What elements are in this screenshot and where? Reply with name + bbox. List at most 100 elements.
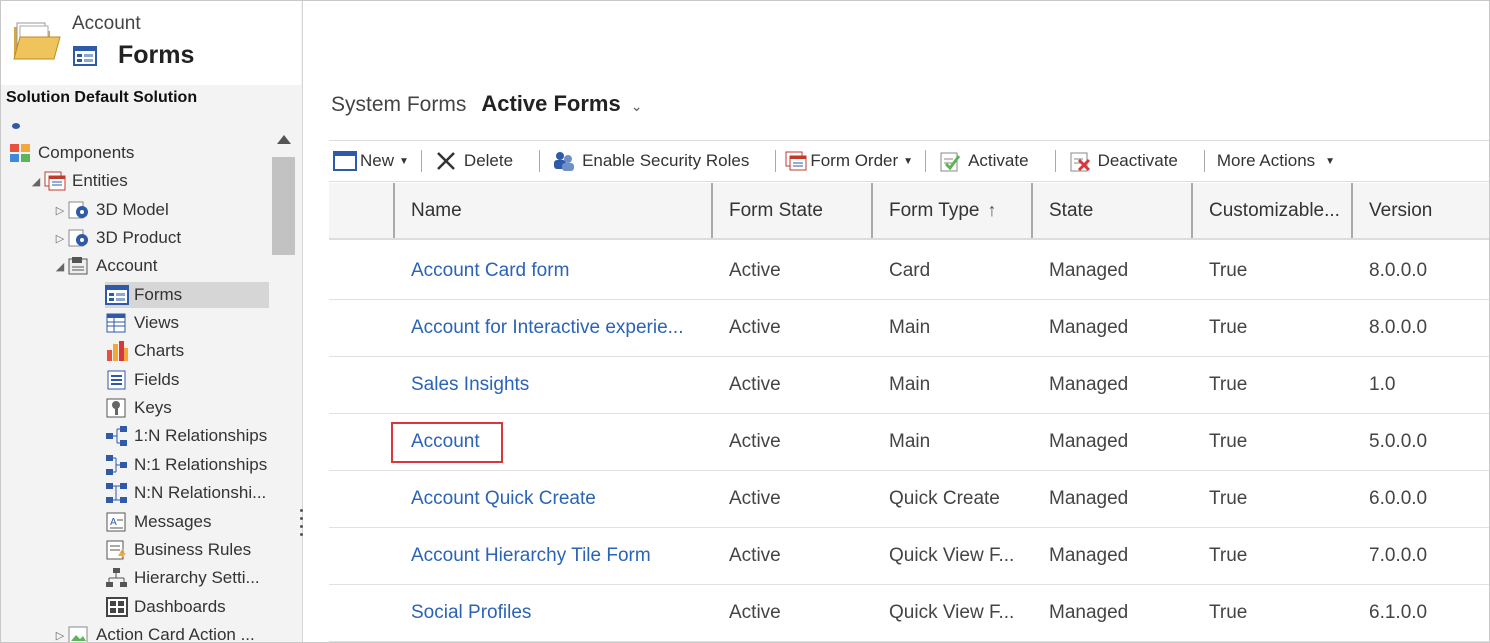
view-selector[interactable]: System Forms Active Forms ⌄ — [331, 91, 642, 117]
activate-button[interactable]: Activate — [934, 141, 1032, 181]
column-header-state[interactable]: State — [1031, 183, 1191, 238]
tree-node-label: 3D Product — [96, 228, 182, 247]
tree-node-hierarchy-settings[interactable]: Hierarchy Setti... — [105, 565, 260, 591]
folder-icon — [12, 19, 62, 61]
form-name-link[interactable]: Sales Insights — [411, 357, 711, 413]
expand-arrow-icon[interactable]: ▷ — [53, 204, 67, 217]
column-header-customizable[interactable]: Customizable... — [1191, 183, 1351, 238]
column-label: State — [1049, 199, 1094, 221]
sort-ascending-icon: ↑ — [987, 200, 997, 220]
entity-label: Account — [72, 13, 141, 34]
toolbar-separator — [1054, 150, 1056, 172]
expand-arrow-icon[interactable]: ▷ — [53, 232, 67, 245]
form-order-icon — [784, 150, 808, 172]
form-state-cell: Active — [729, 431, 781, 452]
tree-node-1n-relationships[interactable]: 1:N Relationships — [105, 423, 267, 449]
collapse-arrow-icon[interactable]: ◢ — [53, 260, 67, 273]
delete-button[interactable]: Delete — [430, 141, 517, 181]
tree-node-keys[interactable]: Keys — [105, 395, 172, 421]
pane-header: Account Forms — [1, 1, 301, 85]
version-cell: 5.0.0.0 — [1369, 431, 1428, 452]
tree-node-label: Account — [96, 256, 158, 275]
business-rules-icon — [105, 539, 129, 561]
column-header-name[interactable]: Name — [393, 183, 711, 238]
table-row[interactable]: Account Card form Active Card Managed True 8.… — [329, 243, 1489, 300]
more-actions-button[interactable]: More Actions ▼ — [1213, 141, 1339, 181]
svg-text:A: A — [110, 517, 117, 528]
column-label: Version — [1369, 199, 1433, 221]
table-row[interactable]: Account Quick Create Active Quick Create Ma… — [329, 471, 1489, 528]
tree-node-views[interactable]: Views — [105, 310, 179, 336]
customizable-cell: True — [1209, 317, 1248, 338]
form-name-link[interactable]: Account Quick Create — [411, 471, 711, 527]
collapse-arrow-icon[interactable]: ◢ — [29, 175, 43, 188]
tree-node-fields[interactable]: Fields — [105, 367, 179, 393]
state-cell: Managed — [1049, 488, 1129, 509]
table-row[interactable]: Account for Interactive experie... Active… — [329, 300, 1489, 357]
window-frame: Account Forms Solution Default Solution … — [0, 0, 1490, 643]
column-header-version[interactable]: Version — [1351, 183, 1489, 238]
state-cell: Managed — [1049, 260, 1129, 281]
tree-node-label: Entities — [72, 171, 128, 190]
tree-node-nn-relationships[interactable]: N:N Relationshi... — [105, 480, 266, 506]
tree-node-label: Dashboards — [134, 597, 226, 616]
form-name-link[interactable]: Account Card form — [411, 243, 711, 299]
form-type-cell: Main — [889, 317, 931, 338]
table-row[interactable]: Social Profiles Active Quick View F... Mana… — [329, 585, 1489, 642]
tree-node-label: 3D Model — [96, 200, 169, 219]
table-row[interactable]: Account Active Main Managed True 5.0.0.0 — [329, 414, 1489, 471]
tree-node-label: Messages — [134, 512, 212, 531]
form-name-link[interactable]: Social Profiles — [411, 585, 711, 641]
form-type-cell: Card — [889, 260, 931, 281]
account-entity-icon — [67, 255, 91, 277]
dropdown-arrow-icon: ▼ — [903, 155, 914, 167]
tree-node-3d-model[interactable]: ▷ 3D Model — [53, 197, 169, 223]
chevron-down-icon[interactable]: ⌄ — [631, 98, 643, 115]
highlight-box — [391, 422, 503, 463]
enable-security-roles-button[interactable]: Enable Security Roles — [548, 141, 753, 181]
table-row[interactable]: Account Hierarchy Tile Form Active Quick V… — [329, 528, 1489, 585]
relationship-icon — [105, 482, 129, 504]
tree-node-messages[interactable]: A Messages — [105, 509, 211, 535]
command-bar: New ▼ Delete Enable Security Roles Form … — [329, 140, 1489, 182]
forms-icon — [73, 45, 97, 67]
tree-node-3d-product[interactable]: ▷ 3D Product — [53, 225, 181, 251]
form-state-cell: Active — [729, 260, 781, 281]
tree-node-action-card-action[interactable]: ▷ Action Card Action ... — [53, 622, 255, 642]
deactivate-icon — [1068, 150, 1092, 172]
new-button[interactable]: New ▼ — [329, 141, 413, 181]
view-name[interactable]: Active Forms — [481, 91, 620, 117]
form-state-cell: Active — [729, 545, 781, 566]
column-header-form-type[interactable]: Form Type ↑ — [871, 183, 1031, 238]
page-title: Forms — [118, 41, 195, 69]
scroll-up-arrow-icon[interactable] — [277, 135, 291, 144]
entity-gear-icon — [67, 199, 91, 221]
state-cell: Managed — [1049, 374, 1129, 395]
column-label: Customizable... — [1209, 199, 1340, 221]
table-row[interactable]: Sales Insights Active Main Managed True 1.0 — [329, 357, 1489, 414]
form-state-cell: Active — [729, 488, 781, 509]
tree-node-business-rules[interactable]: Business Rules — [105, 537, 251, 563]
form-name-link[interactable]: Account for Interactive experie... — [411, 300, 711, 356]
tree-node-n1-relationships[interactable]: N:1 Relationships — [105, 452, 267, 478]
form-state-cell: Active — [729, 602, 781, 623]
scrollbar-thumb[interactable] — [272, 157, 295, 255]
tree-node-charts[interactable]: Charts — [105, 338, 184, 364]
tree-node-forms[interactable]: Forms — [105, 282, 269, 308]
tree-node-label: Views — [134, 313, 180, 332]
entity-gear-icon — [67, 227, 91, 249]
hierarchy-icon — [105, 567, 129, 589]
form-order-button[interactable]: Form Order ▼ — [784, 141, 917, 181]
tree-node-label: N:N Relationshi... — [134, 483, 267, 502]
activate-label: Activate — [968, 151, 1029, 170]
tree-node-components[interactable]: Components — [9, 140, 134, 166]
column-header-form-state[interactable]: Form State — [711, 183, 871, 238]
tree-node-entities[interactable]: ◢ Entities — [29, 168, 128, 194]
tree-node-account[interactable]: ◢ Account — [53, 253, 158, 279]
tree-node-dashboards[interactable]: Dashboards — [105, 594, 226, 620]
form-name-link[interactable]: Account Hierarchy Tile Form — [411, 528, 711, 584]
deactivate-button[interactable]: Deactivate — [1064, 141, 1182, 181]
expand-arrow-icon[interactable]: ▷ — [53, 629, 67, 642]
state-cell: Managed — [1049, 317, 1129, 338]
view-prefix: System Forms — [331, 93, 467, 116]
